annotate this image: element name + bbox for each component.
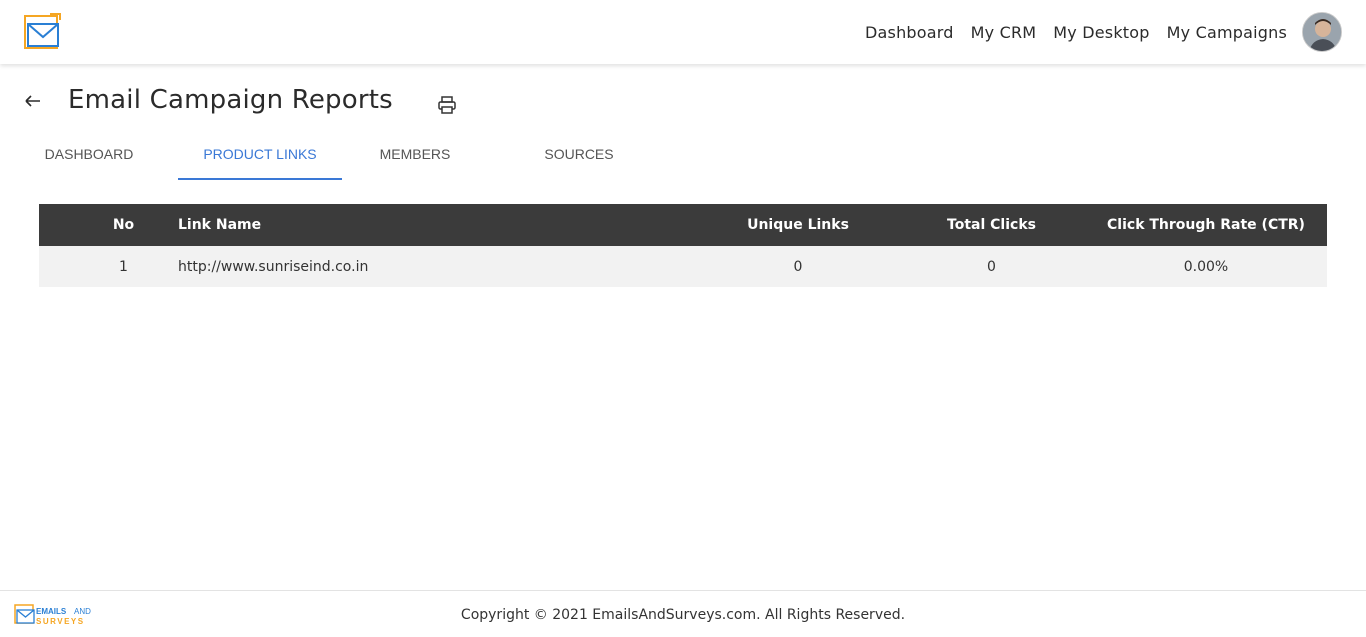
nav-my-desktop-link[interactable]: My Desktop — [1053, 23, 1149, 42]
cell-ctr: 0.00% — [1183, 258, 1229, 275]
copyright-text: Copyright © 2021 EmailsAndSurveys.com. A… — [460, 607, 906, 623]
cell-link-name: http://www.sunriseind.co.in — [178, 258, 369, 275]
nav-my-campaigns-link[interactable]: My Campaigns — [1167, 23, 1287, 42]
top-navbar: Dashboard My CRM My Desktop My Campaigns — [0, 0, 1366, 64]
table-row: 1 http://www.sunriseind.co.in 0 0 0.00% — [39, 246, 1327, 287]
header-total-clicks: Total Clicks — [947, 217, 1036, 233]
tab-product-links[interactable]: PRODUCT LINKS — [178, 132, 342, 180]
user-avatar[interactable] — [1302, 12, 1342, 52]
envelope-logo-icon[interactable] — [22, 12, 62, 52]
nav-my-crm-link[interactable]: My CRM — [971, 23, 1037, 42]
header-no: No — [112, 217, 135, 233]
header-unique-links: Unique Links — [747, 217, 849, 233]
product-links-table: No Link Name Unique Links Total Clicks C… — [39, 204, 1327, 287]
arrow-left-icon[interactable] — [24, 91, 42, 111]
footer: EMAILS AND SURVEYS Copyright © 2021 Emai… — [0, 590, 1366, 637]
table-header-row: No Link Name Unique Links Total Clicks C… — [39, 204, 1327, 246]
main-nav: Dashboard My CRM My Desktop My Campaigns — [848, 12, 1342, 52]
printer-icon[interactable] — [437, 95, 457, 115]
report-tabs: DASHBOARD PRODUCT LINKS MEMBERS SOURCES — [0, 132, 700, 180]
page-title: Email Campaign Reports — [68, 85, 393, 115]
cell-total-clicks: 0 — [987, 258, 996, 275]
nav-dashboard-link[interactable]: Dashboard — [865, 23, 954, 42]
cell-no: 1 — [119, 258, 128, 275]
cell-unique-links: 0 — [793, 258, 803, 275]
tab-members[interactable]: MEMBERS — [360, 132, 470, 180]
tab-sources[interactable]: SOURCES — [520, 132, 638, 180]
header-ctr: Click Through Rate (CTR) — [1107, 217, 1305, 233]
header-link-name: Link Name — [178, 217, 262, 233]
tab-dashboard[interactable]: DASHBOARD — [30, 132, 148, 180]
